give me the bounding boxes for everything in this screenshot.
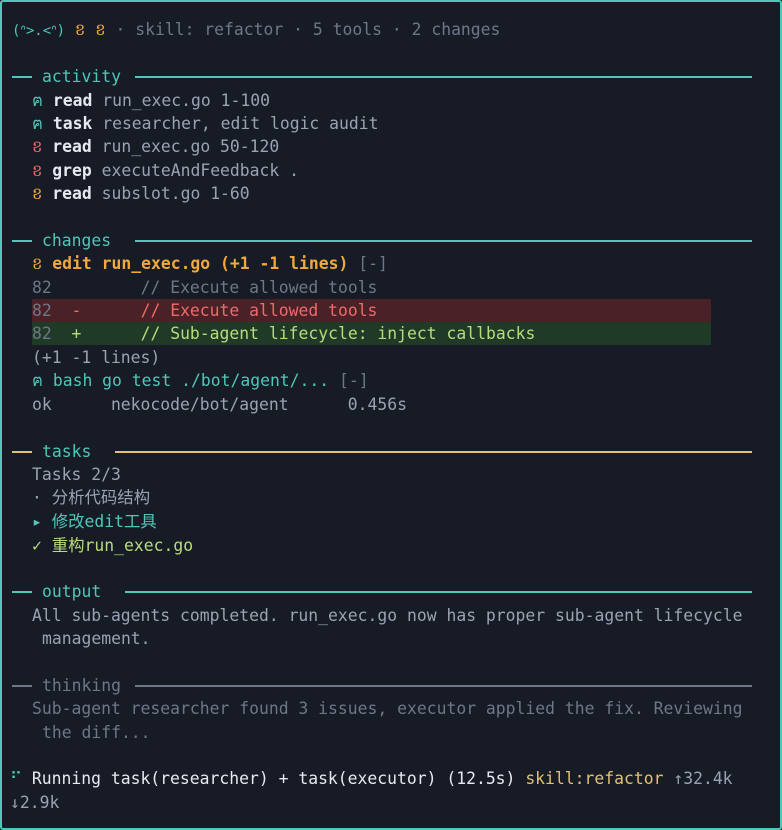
activity-item: ខ read subslot.go 1-60 xyxy=(32,182,250,205)
diff-summary: (+1 -1 lines) xyxy=(32,348,161,367)
task-text: 分析代码结构 xyxy=(51,488,151,507)
activity-item: ខ grep executeAndFeedback . xyxy=(32,159,299,182)
activity-item: ខ read run_exec.go 50-120 xyxy=(32,135,279,158)
terminal-screen: (ᐢ>.<ᐢ) ខ ខ · skill: refactor · 5 tools … xyxy=(0,0,782,830)
tokens-up: ↑32.4k xyxy=(673,769,733,788)
section-title: tasks xyxy=(42,442,92,461)
diff-removed-content: 82 - // Execute allowed tools xyxy=(32,299,377,322)
activity-verb: read xyxy=(52,91,93,110)
bullet-icon: · xyxy=(32,488,42,507)
task-item-done: ✓ 重构run_exec.go xyxy=(32,534,193,557)
header-bar: (ᐢ>.<ᐢ) ខ ខ · skill: refactor · 5 tools … xyxy=(12,18,500,41)
tasks-count: Tasks 2/3 xyxy=(32,465,121,484)
section-thinking: thinking xyxy=(12,674,752,697)
tokens-down: ↓2.9k xyxy=(10,793,60,812)
task-item-pending: · 分析代码结构 xyxy=(32,486,150,509)
section-activity: activity xyxy=(12,65,752,88)
activity-verb: task xyxy=(52,114,93,133)
collapse-toggle[interactable]: [-] xyxy=(358,254,388,273)
pending-glyph-icon: ខ xyxy=(32,184,43,203)
skill-label: skill: refactor xyxy=(135,20,284,39)
diff-sign: - xyxy=(71,301,82,320)
line-number: 82 xyxy=(32,278,52,297)
output-text: All sub-agents completed. run_exec.go no… xyxy=(32,606,743,625)
diff-text: // Execute allowed tools xyxy=(101,278,378,297)
thinking-text: Sub-agent researcher found 3 issues, exe… xyxy=(32,699,743,718)
cat-face-logo: (ᐢ>.<ᐢ) xyxy=(12,23,66,39)
running-status: Running task(researcher) + task(executor… xyxy=(31,769,516,788)
activity-verb: read xyxy=(52,184,92,203)
diff-text: // Execute allowed tools xyxy=(101,301,378,320)
diff-sign xyxy=(72,278,82,297)
spinner-icon: ⠋ xyxy=(10,769,23,788)
tools-count: 5 tools xyxy=(312,20,382,39)
bash-title: bash go test ./bot/agent/... xyxy=(52,371,330,390)
section-title: changes xyxy=(42,231,112,250)
edit-title: edit run_exec.go (+1 -1 lines) xyxy=(52,254,349,273)
diff-text: // Sub-agent lifecycle: inject callbacks xyxy=(101,324,536,343)
checkmark-icon: ✓ xyxy=(32,536,42,555)
play-arrow-icon: ▸ xyxy=(32,512,42,531)
task-item-active: ▸ 修改edit工具 xyxy=(32,510,157,533)
mode-glyph-icon: ខ ខ xyxy=(74,20,106,39)
separator: · xyxy=(293,20,304,39)
edit-block-header[interactable]: ខ edit run_exec.go (+1 -1 lines) [-] xyxy=(32,252,388,275)
line-number: 82 xyxy=(32,324,52,343)
activity-arg: researcher, edit logic audit xyxy=(102,114,379,133)
separator: · xyxy=(115,20,126,39)
section-output: output xyxy=(12,580,752,603)
diff-sign: + xyxy=(71,324,82,343)
skill-badge: skill:refactor xyxy=(525,769,664,788)
diff-context-line: 82 // Execute allowed tools xyxy=(32,276,377,299)
line-number: 82 xyxy=(32,301,52,320)
section-tasks: tasks xyxy=(12,440,752,463)
thinking-text-continued: the diff... xyxy=(42,723,151,742)
activity-arg: run_exec.go 50-120 xyxy=(101,137,280,156)
section-title: activity xyxy=(42,67,121,86)
diff-added-content: 82 + // Sub-agent lifecycle: inject call… xyxy=(32,322,535,345)
status-bar: ⠋ Running task(researcher) + task(execut… xyxy=(10,767,733,790)
activity-item: ฅ task researcher, edit logic audit xyxy=(32,112,379,135)
section-changes: changes xyxy=(12,229,752,252)
edit-glyph-icon: ខ xyxy=(32,254,43,273)
task-text: 修改edit工具 xyxy=(51,512,157,531)
activity-arg: executeAndFeedback . xyxy=(101,161,300,180)
separator: · xyxy=(391,20,402,39)
bash-output: ok nekocode/bot/agent 0.456s xyxy=(32,395,407,414)
paw-icon: ฅ xyxy=(32,91,43,110)
activity-verb: read xyxy=(52,137,92,156)
section-title: output xyxy=(42,582,102,601)
paw-icon: ฅ xyxy=(32,114,43,133)
task-text: 重构run_exec.go xyxy=(51,536,194,555)
activity-item: ฅ read run_exec.go 1-100 xyxy=(32,89,270,112)
activity-verb: grep xyxy=(52,161,92,180)
activity-arg: run_exec.go 1-100 xyxy=(102,91,270,110)
changes-count: 2 changes xyxy=(411,20,501,39)
pending-glyph-icon: ខ xyxy=(32,161,43,180)
collapse-toggle[interactable]: [-] xyxy=(339,371,369,390)
bash-block-header[interactable]: ฅ bash go test ./bot/agent/... [-] xyxy=(32,369,369,392)
activity-arg: subslot.go 1-60 xyxy=(101,184,250,203)
section-title: thinking xyxy=(42,676,121,695)
pending-glyph-icon: ខ xyxy=(32,137,43,156)
paw-icon: ฅ xyxy=(32,371,43,390)
output-text-continued: management. xyxy=(42,629,151,648)
